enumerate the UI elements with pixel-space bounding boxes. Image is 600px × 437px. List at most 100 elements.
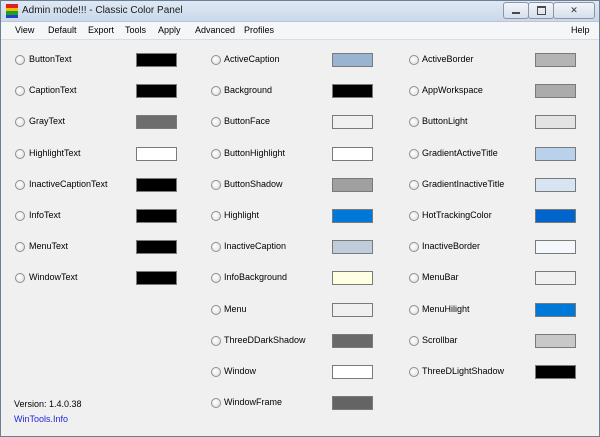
- swatch-window[interactable]: [332, 365, 373, 379]
- swatch-buttontext[interactable]: [136, 53, 177, 67]
- radio-activecaption[interactable]: [211, 55, 221, 65]
- label-buttonface: ButtonFace: [224, 116, 271, 126]
- radio-inactivecaption[interactable]: [211, 242, 221, 252]
- swatch-buttonlight[interactable]: [535, 115, 576, 129]
- radio-threeddarkshadow[interactable]: [211, 336, 221, 346]
- radio-background[interactable]: [211, 86, 221, 96]
- swatch-appworkspace[interactable]: [535, 84, 576, 98]
- radio-gradientactivetitle[interactable]: [409, 149, 419, 159]
- swatch-gradientactivetitle[interactable]: [535, 147, 576, 161]
- swatch-infobackground[interactable]: [332, 271, 373, 285]
- swatch-menutext[interactable]: [136, 240, 177, 254]
- radio-threedlightshadow[interactable]: [409, 367, 419, 377]
- radio-highlight[interactable]: [211, 211, 221, 221]
- menu-export[interactable]: Export: [88, 25, 114, 35]
- label-infotext: InfoText: [29, 210, 61, 220]
- radio-scrollbar[interactable]: [409, 336, 419, 346]
- label-captiontext: CaptionText: [29, 85, 77, 95]
- swatch-highlight[interactable]: [332, 209, 373, 223]
- swatch-menuhilight[interactable]: [535, 303, 576, 317]
- radio-window[interactable]: [211, 367, 221, 377]
- menu-help[interactable]: Help: [571, 25, 590, 35]
- menu-tools[interactable]: Tools: [125, 25, 146, 35]
- swatch-activeborder[interactable]: [535, 53, 576, 67]
- radio-hottrackingcolor[interactable]: [409, 211, 419, 221]
- label-activeborder: ActiveBorder: [422, 54, 474, 64]
- label-graytext: GrayText: [29, 116, 66, 126]
- radio-infotext[interactable]: [15, 211, 25, 221]
- radio-buttonlight[interactable]: [409, 117, 419, 127]
- minimize-button[interactable]: [503, 2, 529, 19]
- swatch-windowframe[interactable]: [332, 396, 373, 410]
- label-gradientinactivetitle: GradientInactiveTitle: [422, 179, 505, 189]
- version-label: Version: 1.4.0.38: [14, 399, 82, 409]
- swatch-menubar[interactable]: [535, 271, 576, 285]
- label-appworkspace: AppWorkspace: [422, 85, 483, 95]
- swatch-buttonface[interactable]: [332, 115, 373, 129]
- radio-menubar[interactable]: [409, 273, 419, 283]
- swatch-windowtext[interactable]: [136, 271, 177, 285]
- menu-default[interactable]: Default: [48, 25, 77, 35]
- label-buttonlight: ButtonLight: [422, 116, 468, 126]
- radio-infobackground[interactable]: [211, 273, 221, 283]
- radio-inactivecaptiontext[interactable]: [15, 180, 25, 190]
- swatch-inactiveborder[interactable]: [535, 240, 576, 254]
- swatch-threeddarkshadow[interactable]: [332, 334, 373, 348]
- label-highlight: Highlight: [224, 210, 260, 220]
- minimize-icon: [512, 12, 520, 14]
- label-activecaption: ActiveCaption: [224, 54, 280, 64]
- label-menutext: MenuText: [29, 241, 69, 251]
- radio-captiontext[interactable]: [15, 86, 25, 96]
- swatch-hottrackingcolor[interactable]: [535, 209, 576, 223]
- wintools-link[interactable]: WinTools.Info: [14, 414, 68, 424]
- radio-menutext[interactable]: [15, 242, 25, 252]
- radio-windowframe[interactable]: [211, 398, 221, 408]
- swatch-highlighttext[interactable]: [136, 147, 177, 161]
- maximize-button[interactable]: [528, 2, 554, 19]
- radio-buttonshadow[interactable]: [211, 180, 221, 190]
- radio-windowtext[interactable]: [15, 273, 25, 283]
- swatch-buttonhighlight[interactable]: [332, 147, 373, 161]
- radio-buttonhighlight[interactable]: [211, 149, 221, 159]
- label-menu: Menu: [224, 304, 247, 314]
- radio-highlighttext[interactable]: [15, 149, 25, 159]
- swatch-buttonshadow[interactable]: [332, 178, 373, 192]
- label-background: Background: [224, 85, 273, 95]
- window-controls: ✕: [503, 2, 595, 19]
- menu-view[interactable]: View: [15, 25, 34, 35]
- radio-menuhilight[interactable]: [409, 305, 419, 315]
- swatch-graytext[interactable]: [136, 115, 177, 129]
- swatch-inactivecaption[interactable]: [332, 240, 373, 254]
- radio-buttontext[interactable]: [15, 55, 25, 65]
- radio-activeborder[interactable]: [409, 55, 419, 65]
- swatch-captiontext[interactable]: [136, 84, 177, 98]
- label-windowframe: WindowFrame: [224, 397, 283, 407]
- swatch-activecaption[interactable]: [332, 53, 373, 67]
- radio-gradientinactivetitle[interactable]: [409, 180, 419, 190]
- swatch-infotext[interactable]: [136, 209, 177, 223]
- swatch-scrollbar[interactable]: [535, 334, 576, 348]
- label-menuhilight: MenuHilight: [422, 304, 470, 314]
- menu-apply[interactable]: Apply: [158, 25, 181, 35]
- label-threeddarkshadow: ThreeDDarkShadow: [224, 335, 306, 345]
- label-windowtext: WindowText: [29, 272, 78, 282]
- label-buttontext: ButtonText: [29, 54, 72, 64]
- radio-appworkspace[interactable]: [409, 86, 419, 96]
- menu-advanced[interactable]: Advanced: [195, 25, 235, 35]
- swatch-background[interactable]: [332, 84, 373, 98]
- radio-graytext[interactable]: [15, 117, 25, 127]
- swatch-gradientinactivetitle[interactable]: [535, 178, 576, 192]
- swatch-threedlightshadow[interactable]: [535, 365, 576, 379]
- radio-buttonface[interactable]: [211, 117, 221, 127]
- swatch-inactivecaptiontext[interactable]: [136, 178, 177, 192]
- radio-inactiveborder[interactable]: [409, 242, 419, 252]
- title-bar[interactable]: Admin mode!!! - Classic Color Panel ✕: [1, 1, 599, 22]
- swatch-menu[interactable]: [332, 303, 373, 317]
- label-buttonshadow: ButtonShadow: [224, 179, 283, 189]
- label-inactivecaption: InactiveCaption: [224, 241, 287, 251]
- label-gradientactivetitle: GradientActiveTitle: [422, 148, 498, 158]
- close-button[interactable]: ✕: [553, 2, 595, 19]
- menu-profiles[interactable]: Profiles: [244, 25, 274, 35]
- label-infobackground: InfoBackground: [224, 272, 288, 282]
- radio-menu[interactable]: [211, 305, 221, 315]
